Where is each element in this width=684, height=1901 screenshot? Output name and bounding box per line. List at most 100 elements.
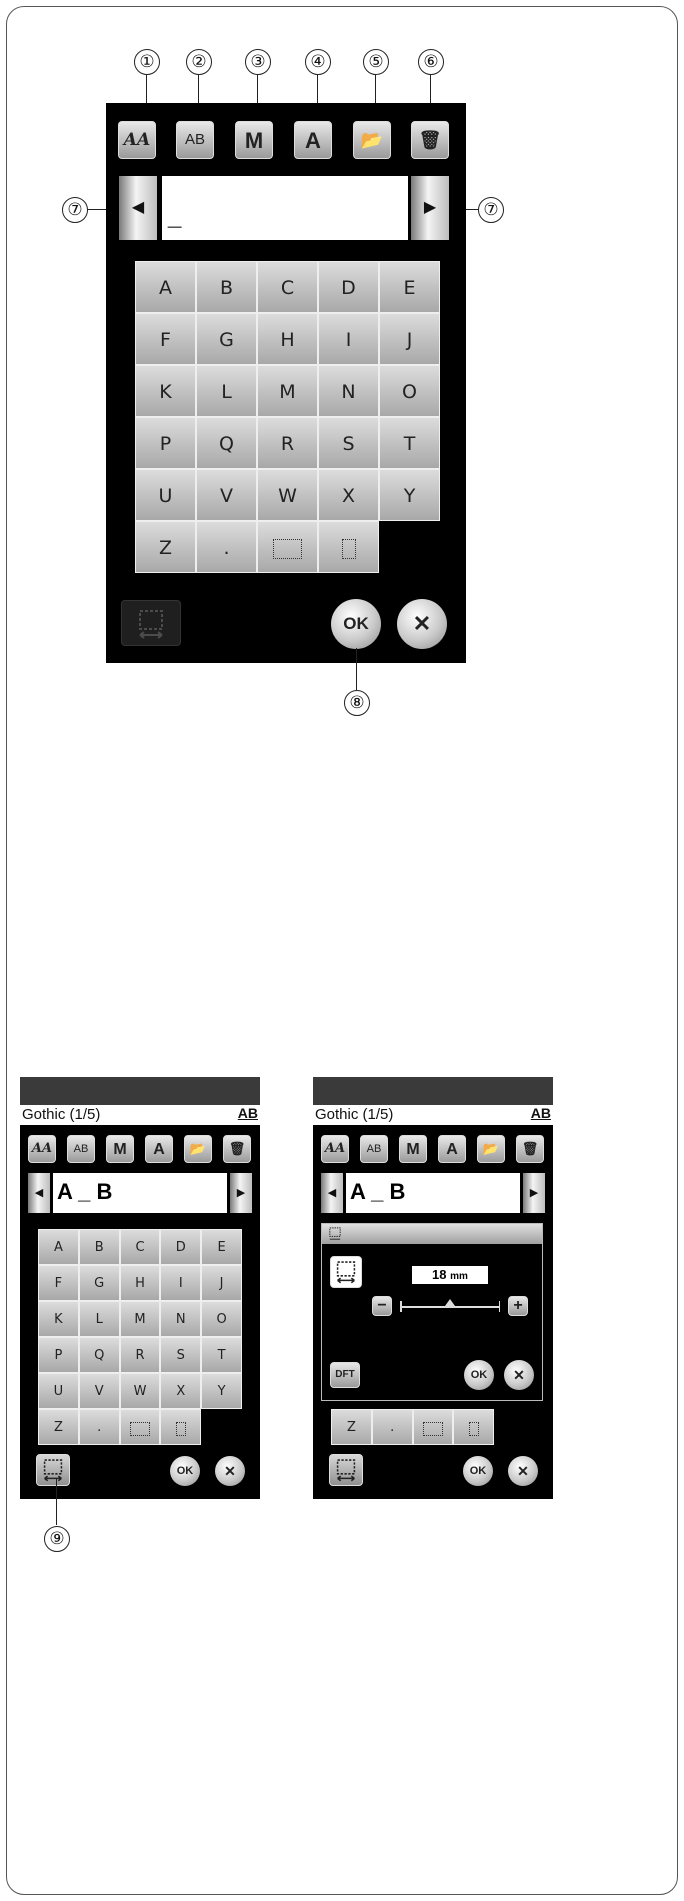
ok-button[interactable]: OK: [463, 1456, 493, 1486]
key-l[interactable]: L: [196, 365, 257, 417]
key-a[interactable]: A: [38, 1229, 79, 1265]
delete-button[interactable]: 🗑: [223, 1135, 251, 1163]
key-p[interactable]: P: [135, 417, 196, 469]
key-z[interactable]: Z: [135, 521, 196, 573]
narrow-space-key[interactable]: [453, 1409, 495, 1445]
cursor-right-button[interactable]: ▶: [411, 176, 449, 240]
narrow-space-key[interactable]: [160, 1409, 202, 1445]
default-button[interactable]: DFT: [330, 1362, 360, 1388]
cursor-right-button[interactable]: ▶: [230, 1173, 252, 1213]
key-b[interactable]: B: [196, 261, 257, 313]
cancel-button[interactable]: ✕: [215, 1456, 245, 1486]
key-q[interactable]: Q: [78, 1337, 120, 1373]
key-v[interactable]: V: [196, 469, 257, 521]
key-e[interactable]: E: [379, 261, 440, 313]
cursor-right-button[interactable]: ▶: [523, 1173, 545, 1213]
key-i[interactable]: I: [160, 1265, 202, 1301]
font-select-button[interactable]: AA: [321, 1135, 349, 1163]
key-period[interactable]: .: [78, 1409, 120, 1445]
plus-button[interactable]: +: [508, 1296, 528, 1316]
dialog-cancel-button[interactable]: ✕: [504, 1360, 534, 1390]
key-v[interactable]: V: [78, 1373, 120, 1409]
cursor-left-button[interactable]: ◀: [321, 1173, 343, 1213]
ok-button[interactable]: OK: [331, 599, 381, 649]
key-x[interactable]: X: [318, 469, 379, 521]
key-y[interactable]: Y: [201, 1373, 242, 1409]
wide-space-key[interactable]: [257, 521, 318, 573]
key-r[interactable]: R: [257, 417, 318, 469]
cancel-button[interactable]: ✕: [397, 599, 447, 649]
key-q[interactable]: Q: [196, 417, 257, 469]
minus-button[interactable]: −: [372, 1296, 392, 1316]
key-o[interactable]: O: [379, 365, 440, 417]
key-k[interactable]: K: [135, 365, 196, 417]
key-g[interactable]: G: [196, 313, 257, 365]
narrow-space-key[interactable]: [318, 521, 379, 573]
cursor-left-button[interactable]: ◀: [28, 1173, 50, 1213]
key-d[interactable]: D: [160, 1229, 202, 1265]
size-button[interactable]: M: [235, 121, 273, 159]
key-w[interactable]: W: [257, 469, 318, 521]
key-z[interactable]: Z: [331, 1409, 372, 1445]
ok-button[interactable]: OK: [170, 1456, 200, 1486]
key-f[interactable]: F: [135, 313, 196, 365]
dialog-ok-button[interactable]: OK: [464, 1360, 494, 1390]
key-m[interactable]: M: [257, 365, 318, 417]
wide-space-key[interactable]: [412, 1409, 454, 1445]
key-u[interactable]: U: [135, 469, 196, 521]
key-c[interactable]: C: [119, 1229, 161, 1265]
key-t[interactable]: T: [379, 417, 440, 469]
key-b[interactable]: B: [78, 1229, 120, 1265]
delete-button[interactable]: 🗑: [411, 121, 449, 159]
key-period[interactable]: .: [371, 1409, 413, 1445]
slider-thumb[interactable]: [445, 1299, 455, 1306]
key-p[interactable]: P: [38, 1337, 79, 1373]
key-s[interactable]: S: [318, 417, 379, 469]
key-a[interactable]: A: [135, 261, 196, 313]
letter-button[interactable]: A: [145, 1135, 173, 1163]
font-select-button[interactable]: AA: [118, 121, 156, 159]
spacing-button[interactable]: [121, 600, 181, 646]
key-f[interactable]: F: [38, 1265, 79, 1301]
key-g[interactable]: G: [78, 1265, 120, 1301]
folder-button[interactable]: 📂: [353, 121, 391, 159]
key-h[interactable]: H: [119, 1265, 161, 1301]
key-x[interactable]: X: [160, 1373, 202, 1409]
folder-button[interactable]: 📂: [477, 1135, 505, 1163]
size-button[interactable]: M: [106, 1135, 134, 1163]
cancel-button[interactable]: ✕: [508, 1456, 538, 1486]
key-j[interactable]: J: [379, 313, 440, 365]
font-select-button[interactable]: AA: [28, 1135, 56, 1163]
key-m[interactable]: M: [119, 1301, 161, 1337]
key-s[interactable]: S: [160, 1337, 202, 1373]
key-d[interactable]: D: [318, 261, 379, 313]
case-button[interactable]: AB: [360, 1135, 388, 1163]
key-h[interactable]: H: [257, 313, 318, 365]
key-n[interactable]: N: [160, 1301, 202, 1337]
key-z[interactable]: Z: [38, 1409, 79, 1445]
letter-button[interactable]: A: [294, 121, 332, 159]
spacing-button[interactable]: [329, 1454, 363, 1486]
delete-button[interactable]: 🗑: [516, 1135, 544, 1163]
case-button[interactable]: AB: [67, 1135, 95, 1163]
case-button[interactable]: AB: [176, 121, 214, 159]
key-j[interactable]: J: [201, 1265, 242, 1301]
key-c[interactable]: C: [257, 261, 318, 313]
cursor-left-button[interactable]: ◀: [119, 176, 157, 240]
key-l[interactable]: L: [78, 1301, 120, 1337]
size-button[interactable]: M: [399, 1135, 427, 1163]
spacing-slider[interactable]: [400, 1299, 500, 1312]
key-o[interactable]: O: [201, 1301, 242, 1337]
key-y[interactable]: Y: [379, 469, 440, 521]
wide-space-key[interactable]: [119, 1409, 161, 1445]
key-k[interactable]: K: [38, 1301, 79, 1337]
key-n[interactable]: N: [318, 365, 379, 417]
key-t[interactable]: T: [201, 1337, 242, 1373]
key-period[interactable]: .: [196, 521, 257, 573]
spacing-button[interactable]: [36, 1454, 70, 1486]
folder-button[interactable]: 📂: [184, 1135, 212, 1163]
key-i[interactable]: I: [318, 313, 379, 365]
key-u[interactable]: U: [38, 1373, 79, 1409]
key-w[interactable]: W: [119, 1373, 161, 1409]
key-e[interactable]: E: [201, 1229, 242, 1265]
